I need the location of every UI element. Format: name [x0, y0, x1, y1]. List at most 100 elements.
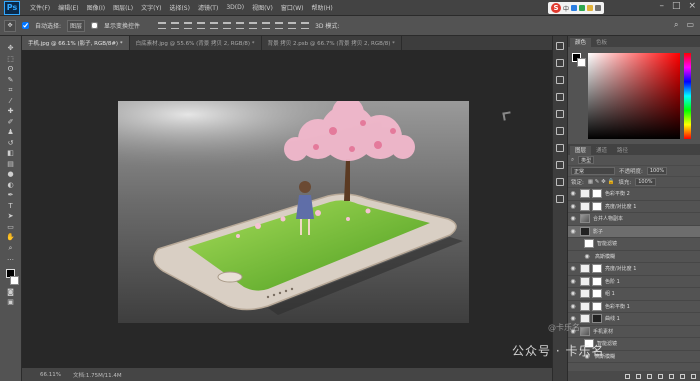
align-vcenter-icon[interactable] — [171, 22, 180, 29]
layer-row[interactable]: ◉ 色彩平衡 1 — [568, 301, 700, 313]
auto-select-dropdown[interactable]: 图层 — [67, 19, 86, 32]
distribute-top-icon[interactable] — [236, 22, 245, 29]
hue-slider[interactable] — [684, 53, 691, 139]
menu-window[interactable]: 窗口(W) — [277, 3, 308, 12]
align-left-icon[interactable] — [197, 22, 206, 29]
visibility-eye-icon[interactable]: ◉ — [582, 253, 592, 260]
info-panel-icon[interactable] — [556, 178, 564, 186]
adjustment-layer-icon[interactable] — [658, 373, 663, 379]
play-actions-icon[interactable] — [556, 195, 564, 203]
gradient-tool-icon[interactable]: ▤ — [5, 160, 17, 168]
menu-3d[interactable]: 3D(D) — [222, 4, 248, 11]
align-top-icon[interactable] — [158, 22, 167, 29]
color-field[interactable] — [588, 53, 680, 139]
path-select-tool-icon[interactable]: ➤ — [5, 212, 17, 220]
menu-file[interactable]: 文件(F) — [26, 3, 54, 12]
hand-tool-icon[interactable]: ✋ — [5, 233, 17, 241]
screen-mode-icon[interactable]: ▣ — [5, 298, 17, 306]
marquee-tool-icon[interactable]: ⬚ — [5, 55, 17, 63]
menu-edit[interactable]: 编辑(E) — [54, 3, 82, 12]
menu-select[interactable]: 选择(S) — [165, 3, 194, 12]
visibility-eye-icon[interactable]: ◉ — [568, 215, 578, 222]
quick-mask-icon[interactable]: ◙ — [5, 288, 17, 296]
tab-material-doc[interactable]: 白底素材.jpg @ 55.6% (背景 拷贝 2, RGB/8) * — [130, 36, 262, 50]
search-icon[interactable]: ⌕ — [674, 20, 678, 30]
visibility-eye-icon[interactable]: ◉ — [568, 278, 578, 285]
menu-type[interactable]: 文字(Y) — [137, 3, 165, 12]
lock-icons[interactable]: ▦ ✎ ✥ 🔒 — [588, 179, 615, 185]
layer-filter-dropdown[interactable]: 类型 — [578, 156, 595, 164]
layer-row[interactable]: ◉ 亮度/对比度 1 — [568, 201, 700, 213]
tab-paths[interactable]: 路径 — [612, 146, 633, 155]
workspace-icon[interactable]: ▭ — [686, 20, 694, 30]
blur-tool-icon[interactable]: ● — [5, 170, 17, 178]
document-canvas[interactable] — [118, 101, 469, 323]
panel-background-chip[interactable] — [577, 58, 586, 67]
brush-tool-icon[interactable]: ✐ — [5, 118, 17, 126]
lasso-tool-icon[interactable]: ʘ — [5, 65, 17, 73]
visibility-eye-icon[interactable]: ◉ — [568, 265, 578, 272]
type-tool-icon[interactable]: T — [5, 202, 17, 210]
fill-field[interactable]: 100% — [635, 178, 656, 186]
distribute-hcenter-icon[interactable] — [288, 22, 297, 29]
link-layers-icon[interactable] — [625, 373, 630, 379]
tab-channels[interactable]: 通道 — [591, 146, 612, 155]
properties-panel-icon[interactable] — [556, 59, 564, 67]
clone-source-icon[interactable] — [556, 93, 564, 101]
more-tools-icon[interactable]: … — [5, 254, 17, 262]
menu-view[interactable]: 视图(V) — [248, 3, 277, 12]
minimize-icon[interactable]: – — [659, 1, 664, 11]
new-layer-icon[interactable] — [680, 373, 685, 379]
distribute-vcenter-icon[interactable] — [249, 22, 258, 29]
align-bottom-icon[interactable] — [184, 22, 193, 29]
layer-row[interactable]: ◉ 手机素材 — [568, 326, 700, 338]
visibility-eye-icon[interactable]: ◉ — [568, 203, 578, 210]
new-group-icon[interactable] — [669, 373, 674, 379]
shape-tool-icon[interactable]: ▭ — [5, 223, 17, 231]
opacity-field[interactable]: 100% — [646, 167, 668, 175]
visibility-eye-icon[interactable]: ◉ — [568, 190, 578, 197]
eraser-tool-icon[interactable]: ◧ — [5, 149, 17, 157]
healing-tool-icon[interactable]: ✚ — [5, 107, 17, 115]
background-color-swatch[interactable] — [10, 276, 19, 285]
character-panel-icon[interactable] — [556, 110, 564, 118]
layer-group-row[interactable]: ◉ 组 1 — [568, 288, 700, 301]
zoom-level[interactable]: 66.11% — [40, 372, 61, 378]
visibility-eye-icon[interactable]: ◉ — [568, 228, 578, 235]
quick-select-tool-icon[interactable]: ✎ — [5, 76, 17, 84]
smart-filter-row[interactable]: 智能滤镜 — [568, 238, 700, 251]
zoom-tool-icon[interactable]: ⌕ — [5, 244, 17, 252]
visibility-eye-icon[interactable]: ◉ — [568, 303, 578, 310]
layer-row[interactable]: ◉ 合并人物副本 — [568, 213, 700, 226]
distribute-bottom-icon[interactable] — [262, 22, 271, 29]
tab-psb-doc[interactable]: 背景 拷贝 2.psb @ 66.7% (背景 拷贝 2, RGB/8) * — [262, 36, 402, 50]
layer-row[interactable]: ◉ 亮度/对比度 1 — [568, 263, 700, 276]
menu-image[interactable]: 图像(I) — [83, 3, 109, 12]
paragraph-panel-icon[interactable] — [556, 127, 564, 135]
menu-layer[interactable]: 图层(L) — [109, 3, 137, 12]
align-hcenter-icon[interactable] — [210, 22, 219, 29]
show-transform-checkbox[interactable] — [91, 22, 99, 29]
move-tool-preset-icon[interactable]: ✥ — [4, 19, 16, 32]
close-icon[interactable]: × — [688, 1, 696, 11]
tab-swatches[interactable]: 色板 — [591, 38, 612, 47]
adjustments-panel-icon[interactable] — [556, 144, 564, 152]
layer-row-selected[interactable]: ◉ 影子 — [568, 225, 700, 238]
layer-row[interactable]: ◉ 色阶 1 — [568, 276, 700, 288]
menu-filter[interactable]: 滤镜(T) — [194, 3, 222, 12]
tab-phone-doc[interactable]: 手机.jpg @ 66.1% (影子, RGB/8#) * — [22, 36, 130, 50]
dodge-tool-icon[interactable]: ◐ — [5, 181, 17, 189]
visibility-eye-icon[interactable]: ◉ — [568, 290, 578, 297]
auto-select-checkbox[interactable] — [22, 22, 29, 29]
tab-layers[interactable]: 图层 — [570, 146, 592, 155]
layer-style-icon[interactable] — [636, 373, 641, 379]
delete-layer-icon[interactable] — [691, 373, 696, 379]
input-method-tray[interactable]: S 中 — [547, 2, 604, 14]
distribute-left-icon[interactable] — [275, 22, 284, 29]
history-panel-icon[interactable] — [556, 42, 564, 50]
distribute-right-icon[interactable] — [301, 22, 310, 29]
brush-panel-icon[interactable] — [556, 76, 564, 84]
menu-help[interactable]: 帮助(H) — [308, 3, 337, 12]
styles-panel-icon[interactable] — [556, 161, 564, 169]
align-right-icon[interactable] — [223, 22, 232, 29]
